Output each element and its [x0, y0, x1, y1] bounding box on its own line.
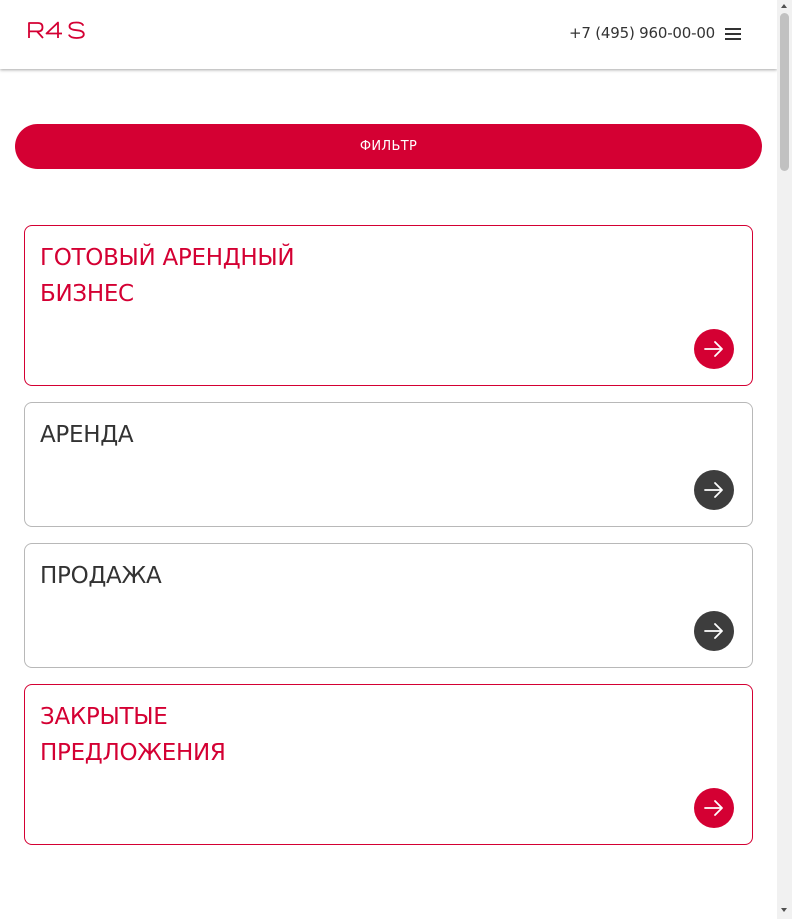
page-viewport: +7 (495) 960-00-00 ФИЛЬТР ГОТОВЫЙ АРЕНДН…: [0, 0, 777, 919]
card-arrow-button[interactable]: [694, 329, 734, 369]
card-title-line: ПРЕДЛОЖЕНИЯ: [40, 740, 226, 766]
r4s-logo[interactable]: [27, 21, 87, 39]
card-title-line: ГОТОВЫЙ АРЕНДНЫЙ: [40, 245, 295, 271]
scroll-up-arrow-icon[interactable]: [781, 4, 787, 8]
arrow-right-icon: [704, 800, 723, 816]
site-header: +7 (495) 960-00-00: [0, 0, 777, 69]
card-title: ЗАКРЫТЫЕ ПРЕДЛОЖЕНИЯ: [40, 699, 340, 771]
vertical-scrollbar[interactable]: [777, 0, 792, 919]
phone-link[interactable]: +7 (495) 960-00-00: [569, 23, 715, 43]
card-rent[interactable]: АРЕНДА: [24, 402, 753, 527]
card-title: АРЕНДА: [40, 417, 340, 453]
card-title: ГОТОВЫЙ АРЕНДНЫЙ БИЗНЕС: [40, 240, 340, 312]
card-title-line: АРЕНДА: [40, 422, 134, 448]
card-sale[interactable]: ПРОДАЖА: [24, 543, 753, 668]
arrow-right-icon: [704, 341, 723, 357]
filter-button[interactable]: ФИЛЬТР: [15, 124, 762, 169]
scroll-down-arrow-icon[interactable]: [781, 908, 787, 912]
card-arrow-button[interactable]: [694, 470, 734, 510]
card-title-line: БИЗНЕС: [40, 281, 134, 307]
card-closed-offers[interactable]: ЗАКРЫТЫЕ ПРЕДЛОЖЕНИЯ: [24, 684, 753, 845]
card-title-line: ПРОДАЖА: [40, 563, 162, 589]
menu-button[interactable]: [719, 22, 747, 46]
card-arrow-button[interactable]: [694, 611, 734, 651]
card-ready-rental-business[interactable]: ГОТОВЫЙ АРЕНДНЫЙ БИЗНЕС: [24, 225, 753, 386]
arrow-right-icon: [704, 482, 723, 498]
card-title: ПРОДАЖА: [40, 558, 340, 594]
arrow-right-icon: [704, 623, 723, 639]
card-arrow-button[interactable]: [694, 788, 734, 828]
scrollbar-thumb[interactable]: [780, 13, 789, 171]
card-title-line: ЗАКРЫТЫЕ: [40, 704, 168, 730]
